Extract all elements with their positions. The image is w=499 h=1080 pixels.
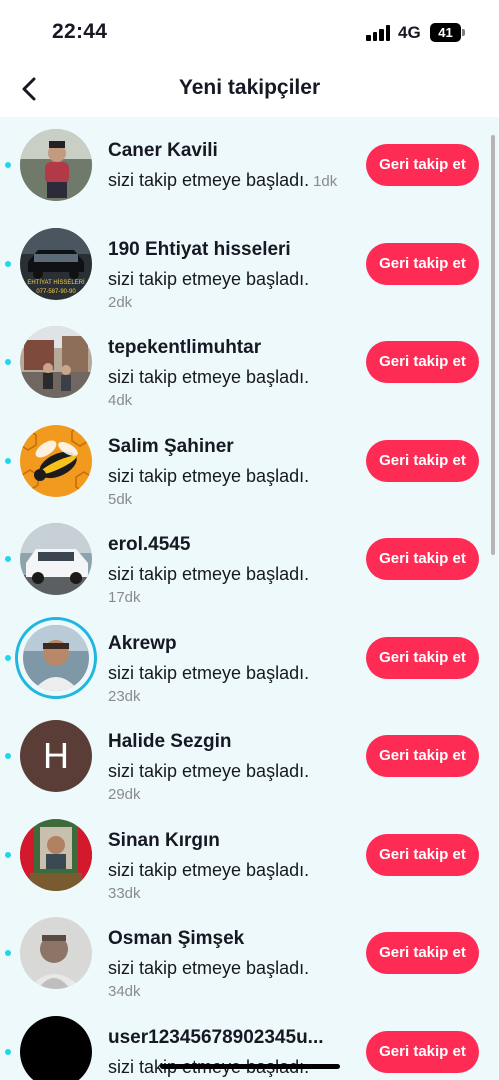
battery-icon: 41 [430, 23, 465, 42]
avatar[interactable] [20, 326, 92, 398]
status-bar: 22:44 4G 41 [0, 0, 499, 62]
unread-dot [5, 359, 11, 365]
avatar[interactable] [20, 424, 92, 497]
follow-message: sizi takip etmeye başladı. [108, 465, 310, 486]
follow-back-button[interactable]: Geri takip et [366, 932, 479, 974]
unread-dot [5, 162, 11, 168]
network-type: 4G [398, 23, 421, 42]
unread-dot [5, 556, 11, 562]
follow-time: 23dk [108, 687, 141, 705]
follower-username[interactable]: Salim Şahiner [108, 436, 234, 458]
unread-dot [5, 654, 11, 661]
follower-username[interactable]: user12345678902345u... [108, 1027, 324, 1049]
avatar[interactable] [20, 523, 92, 595]
follow-message: sizi takip etmeye başladı. 1dk [108, 170, 338, 190]
follow-time: 17dk [108, 589, 141, 606]
battery-level: 41 [430, 23, 461, 42]
unread-dot [5, 1048, 11, 1055]
scrollbar[interactable] [491, 135, 495, 555]
unread-dot [5, 950, 11, 956]
avatar[interactable] [20, 129, 92, 201]
unread-dot [5, 753, 11, 759]
follow-time: 34dk [108, 983, 141, 1000]
avatar[interactable] [20, 818, 92, 891]
follow-message: sizi takip etmeye başladı. [108, 268, 310, 289]
follow-message: sizi takip etmeye başladı. [108, 662, 310, 683]
page-title: Yeni takipçiler [178, 76, 321, 99]
follow-message: sizi takip etmeye başladı. [108, 564, 310, 584]
follow-time: 2dk [108, 293, 133, 311]
follow-time: 1dk [313, 173, 338, 190]
follower-username[interactable]: erol.4545 [108, 534, 190, 556]
followers-list[interactable]: Caner Kavili sizi takip etmeye başladı. 1… [0, 117, 499, 1080]
follow-time: 29dk [108, 786, 141, 803]
status-time: 22:44 [52, 20, 108, 43]
list-item[interactable]: H Halide Sezgin sizi takip etmeye başlad… [0, 708, 499, 807]
svg-text:077-587-90-90: 077-587-90-90 [36, 289, 76, 295]
follow-time: 4dk [108, 392, 133, 409]
follower-username[interactable]: 190 Ehtiyat hisseleri [108, 239, 291, 261]
follow-back-button[interactable]: Geri takip et [366, 636, 479, 679]
follow-back-button[interactable]: Geri takip et [366, 538, 479, 580]
unread-dot [5, 457, 11, 464]
nav-bar: Yeni takipçiler [0, 62, 499, 117]
avatar[interactable]: H [20, 720, 92, 792]
follow-back-button[interactable]: Geri takip et [366, 833, 479, 876]
follow-time: 5dk [108, 490, 133, 508]
follow-back-button[interactable]: Geri takip et [366, 439, 479, 482]
list-item[interactable]: Salim Şahiner sizi takip etmeye başladı.… [0, 413, 499, 512]
follow-back-button[interactable]: Geri takip et [366, 1030, 479, 1073]
follow-message: sizi takip etmeye başladı. [108, 761, 310, 781]
svg-text:EHTİYAT HİSSELERİ: EHTİYAT HİSSELERİ [27, 279, 85, 286]
follow-back-button[interactable]: Geri takip et [366, 242, 479, 285]
follower-username[interactable]: Halide Sezgin [108, 731, 232, 753]
list-item[interactable]: Sinan Kırgın sizi takip etmeye başladı. … [0, 807, 499, 906]
list-item[interactable]: Caner Kavili sizi takip etmeye başladı. 1… [0, 117, 499, 216]
unread-dot [5, 851, 11, 858]
follow-back-button[interactable]: Geri takip et [366, 144, 479, 186]
follower-username[interactable]: tepekentlimuhtar [108, 337, 261, 359]
follower-username[interactable]: Osman Şimşek [108, 928, 244, 950]
follower-username[interactable]: Caner Kavili [108, 140, 218, 162]
follow-message: sizi takip etmeye başladı. [108, 367, 310, 387]
avatar-letter: H [20, 720, 92, 792]
list-item[interactable]: Osman Şimşek sizi takip etmeye başladı. … [0, 905, 499, 1004]
list-item[interactable]: tepekentlimuhtar sizi takip etmeye başla… [0, 314, 499, 413]
follower-username[interactable]: Akrewp [108, 633, 177, 655]
signal-icon [366, 25, 390, 41]
follow-message: sizi takip etmeye başladı. [108, 859, 310, 880]
avatar[interactable] [20, 917, 92, 989]
follow-message: sizi takip etmeye başladı. [108, 958, 310, 978]
unread-dot [5, 260, 11, 267]
list-item[interactable]: erol.4545 sizi takip etmeye başladı. 17d… [0, 511, 499, 610]
avatar[interactable]: EHTİYAT HİSSELERİ 077-587-90-90 [20, 227, 92, 300]
avatar[interactable] [23, 624, 89, 691]
follow-time: 33dk [108, 884, 141, 902]
list-item[interactable]: EHTİYAT HİSSELERİ 077-587-90-90 190 Ehti… [0, 216, 499, 315]
follow-back-button[interactable]: Geri takip et [366, 735, 479, 777]
follower-username[interactable]: Sinan Kırgın [108, 830, 220, 852]
home-indicator[interactable] [160, 1064, 340, 1069]
avatar[interactable] [20, 1015, 92, 1080]
list-item[interactable]: Akrewp sizi takip etmeye başladı. 23dk G… [0, 610, 499, 709]
follow-back-button[interactable]: Geri takip et [366, 341, 479, 383]
